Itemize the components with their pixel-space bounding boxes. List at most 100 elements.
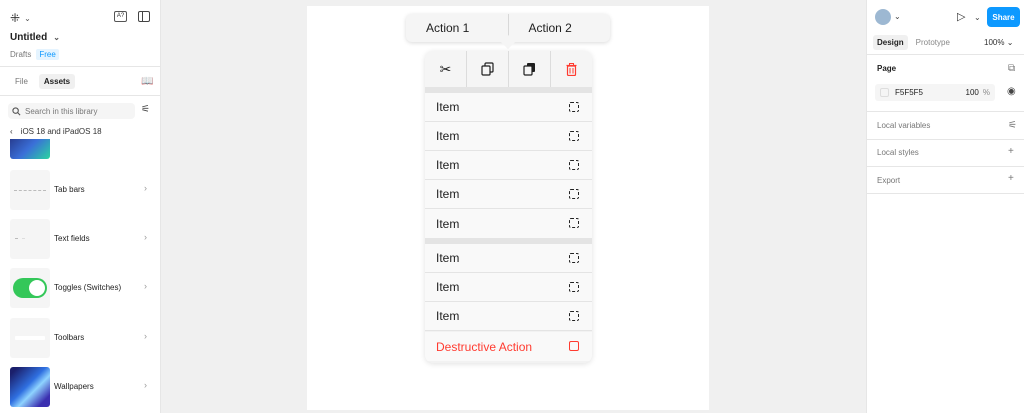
divider: [0, 95, 160, 96]
local-styles-label: Local styles: [877, 148, 919, 157]
plan-badge: Free: [36, 49, 59, 60]
menu-item-label: Item: [436, 100, 460, 114]
list-item[interactable]: Wallpapers ›: [0, 367, 160, 413]
destructive-menu-item[interactable]: Destructive Action: [425, 332, 592, 361]
dashed-square-icon: [569, 253, 579, 263]
list-item[interactable]: Toolbars ›: [0, 318, 160, 368]
zoom-level: 100%: [984, 38, 1005, 47]
divider: [0, 66, 160, 67]
asset-label: Toolbars: [54, 333, 85, 342]
dashed-square-icon: [569, 218, 579, 228]
menu-item[interactable]: Item: [425, 302, 592, 331]
list-item[interactable]: [0, 139, 160, 159]
chevron-down-icon[interactable]: ⌄: [974, 13, 981, 22]
chevron-right-icon: ›: [144, 281, 147, 291]
menu-item[interactable]: Item: [425, 209, 592, 238]
asset-thumbnail: [10, 219, 50, 259]
paste-icon[interactable]: [508, 51, 550, 87]
chevron-right-icon: ›: [144, 183, 147, 193]
zoom-dropdown[interactable]: 100% ⌄: [984, 38, 1013, 47]
chevron-down-icon[interactable]: ⌄: [894, 12, 901, 21]
page-settings-icon[interactable]: ⧉: [1008, 63, 1015, 74]
list-item[interactable]: Toggles (Switches) ›: [0, 268, 160, 318]
menu-item-label: Item: [436, 309, 460, 323]
chevron-right-icon: ›: [144, 380, 147, 390]
file-name: Untitled: [10, 32, 48, 43]
file-title[interactable]: Untitled ⌄: [10, 32, 60, 43]
filter-sliders-icon[interactable]: ⚟: [141, 104, 150, 115]
divider: [867, 193, 1024, 194]
chevron-down-icon: ⌄: [53, 33, 60, 42]
share-button[interactable]: Share: [987, 7, 1020, 27]
drafts-label[interactable]: Drafts: [10, 50, 31, 59]
list-item[interactable]: Text fields ›: [0, 219, 160, 269]
destructive-label: Destructive Action: [436, 339, 533, 354]
asset-thumbnail: [10, 318, 50, 358]
asset-label: Tab bars: [54, 185, 85, 194]
menu-item-label: Item: [436, 158, 460, 172]
page-color-field[interactable]: F5F5F5 100 %: [875, 84, 995, 101]
menu-item[interactable]: Item: [425, 151, 592, 180]
dashed-square-icon: [569, 282, 579, 292]
chevron-down-icon: ⌄: [24, 13, 31, 23]
menu-item[interactable]: Item: [425, 93, 592, 122]
asset-label: Text fields: [54, 234, 90, 243]
avatar[interactable]: [875, 9, 891, 25]
search-placeholder: Search in this library: [25, 106, 98, 116]
list-item[interactable]: Tab bars ›: [0, 170, 160, 220]
file-location: Drafts Free: [10, 49, 59, 60]
menu-item-label: Item: [436, 251, 460, 265]
main-menu-button[interactable]: ⁜ ⌄: [10, 11, 31, 25]
asset-thumbnail: [10, 170, 50, 210]
sidebar-toggle-icon[interactable]: [138, 11, 150, 22]
action-2[interactable]: Action 2: [507, 14, 611, 42]
tab-assets[interactable]: Assets: [38, 74, 76, 89]
menu-item-label: Item: [436, 187, 460, 201]
local-variables-label[interactable]: Local variables: [877, 121, 930, 130]
asset-thumbnail: [10, 268, 50, 308]
context-menu: ✂ Item Item Item Item Item Item Item Ite…: [425, 51, 592, 363]
asset-label: Toggles (Switches): [54, 283, 122, 292]
present-play-icon[interactable]: ▷: [957, 10, 965, 23]
library-book-icon[interactable]: 📖: [141, 76, 153, 87]
divider: [867, 139, 1024, 140]
library-search-input[interactable]: Search in this library: [8, 103, 135, 119]
menu-item[interactable]: Item: [425, 122, 592, 151]
add-export-plus-icon[interactable]: +: [1008, 173, 1014, 184]
canvas[interactable]: Action 1 Action 2 ✂ Item Item Item Item …: [161, 0, 866, 413]
dashed-square-icon: [569, 189, 579, 199]
copy-icon[interactable]: [466, 51, 508, 87]
menu-item[interactable]: Item: [425, 273, 592, 302]
chevron-right-icon: ›: [144, 331, 147, 341]
menu-item-label: Item: [436, 280, 460, 294]
back-chevron-icon[interactable]: ‹: [10, 127, 13, 136]
menu-item-label: Item: [436, 216, 460, 231]
page-section-title: Page: [877, 64, 897, 73]
divider: [867, 166, 1024, 167]
breadcrumb-library: iOS 18 and iPadOS 18: [20, 127, 102, 136]
scissors-icon[interactable]: ✂: [425, 51, 466, 87]
color-hex-value[interactable]: F5F5F5: [895, 88, 966, 97]
menu-item[interactable]: Item: [425, 244, 592, 273]
add-style-plus-icon[interactable]: +: [1008, 146, 1014, 157]
tab-prototype[interactable]: Prototype: [912, 35, 954, 50]
export-label: Export: [877, 176, 901, 185]
color-swatch[interactable]: [880, 88, 889, 97]
tab-design[interactable]: Design: [873, 35, 908, 50]
breadcrumb[interactable]: ‹ iOS 18 and iPadOS 18: [10, 127, 102, 136]
sliders-icon[interactable]: ⚟: [1008, 120, 1017, 131]
action-1[interactable]: Action 1: [406, 14, 508, 42]
opacity-value[interactable]: 100: [966, 88, 979, 97]
right-sidebar: ⌄ ▷ ⌄ Share Design Prototype 100% ⌄ Page…: [866, 0, 1024, 413]
ui3-toggle-badge[interactable]: A?: [114, 11, 127, 22]
dashed-square-icon: [569, 102, 579, 112]
chevron-right-icon: ›: [144, 232, 147, 242]
tab-file[interactable]: File: [10, 74, 33, 89]
eye-icon[interactable]: ◉: [1007, 86, 1016, 97]
search-icon: [12, 106, 21, 115]
trash-icon[interactable]: [550, 51, 592, 87]
divider: [867, 54, 1024, 55]
divider: [867, 111, 1024, 112]
left-sidebar: ⁜ ⌄ A? Untitled ⌄ Drafts Free File Asset…: [0, 0, 161, 413]
menu-item[interactable]: Item: [425, 180, 592, 209]
